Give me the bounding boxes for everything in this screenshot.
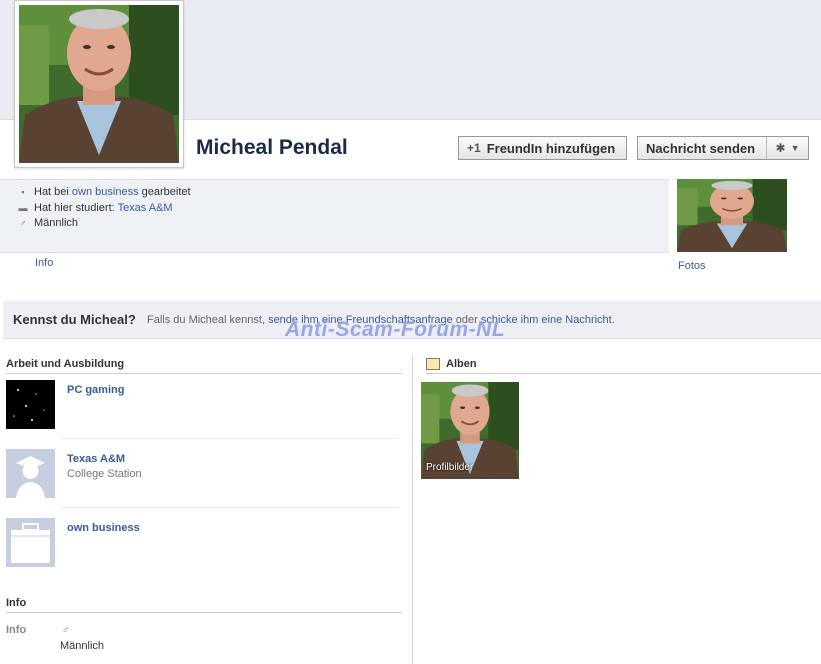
column-divider (412, 355, 413, 664)
add-friend-label: FreundIn hinzufügen (486, 140, 616, 156)
info-label: Info (6, 624, 27, 636)
work-item-title[interactable]: PC gaming (67, 384, 124, 396)
profile-photo (19, 5, 179, 163)
info-section-heading: Info (6, 597, 402, 613)
profile-picture[interactable] (14, 0, 184, 168)
options-dropdown[interactable]: ✱ ▼ (766, 137, 808, 159)
info-summary: ▪ Hat bei own business gearbeitet ▬ Hat … (0, 179, 669, 253)
education-item-title[interactable]: Texas A&M (67, 453, 125, 465)
send-message-label: Nachricht senden (646, 140, 756, 156)
tab-fotos[interactable]: Fotos (678, 260, 706, 272)
work-item-title[interactable]: own business (67, 522, 140, 534)
know-question: Kennst du Micheal? (13, 312, 136, 327)
work-item[interactable]: own business (6, 518, 396, 578)
briefcase-placeholder-icon (6, 518, 55, 567)
graduation-cap-icon: ▬ (18, 203, 28, 213)
profile-name: Micheal Pendal (196, 136, 348, 159)
work-item[interactable]: PC gaming (6, 380, 396, 440)
work-line: ▪ Hat bei own business gearbeitet (18, 186, 190, 198)
album-cover[interactable]: Profilbilder (421, 382, 519, 479)
education-item[interactable]: Texas A&M College Station (6, 449, 396, 509)
albums-heading: Alben (426, 358, 821, 374)
gear-icon: ✱ (775, 141, 786, 155)
male-symbol-icon: ♂ (19, 218, 27, 228)
education-item-subtitle: College Station (67, 468, 142, 480)
add-friend-icon: +1 (467, 141, 481, 155)
send-message-button[interactable]: Nachricht senden ✱ ▼ (637, 136, 809, 160)
watermark: Anti-Scam-Forum-NL (285, 318, 506, 341)
briefcase-icon: ▪ (21, 187, 25, 197)
male-symbol-icon: ♂ (62, 625, 70, 636)
photo-thumbnail[interactable] (677, 179, 787, 252)
album-caption: Profilbilder (426, 462, 474, 473)
add-friend-button[interactable]: +1 FreundIn hinzufügen (458, 136, 627, 160)
divider (62, 507, 398, 508)
study-link[interactable]: Texas A&M (118, 202, 173, 214)
work-education-heading: Arbeit und Ausbildung (6, 358, 402, 374)
tab-info[interactable]: Info (35, 257, 53, 269)
divider (62, 438, 398, 439)
chevron-down-icon: ▼ (790, 143, 800, 153)
graduate-placeholder-icon (6, 449, 55, 498)
album-icon (426, 358, 440, 370)
gender-value: Männlich (60, 640, 105, 652)
gender-line: ♂ Männlich (19, 217, 79, 229)
pc-gaming-thumbnail (6, 380, 55, 429)
work-link[interactable]: own business (72, 186, 139, 198)
study-line: ▬ Hat hier studiert: Texas A&M (18, 202, 173, 214)
